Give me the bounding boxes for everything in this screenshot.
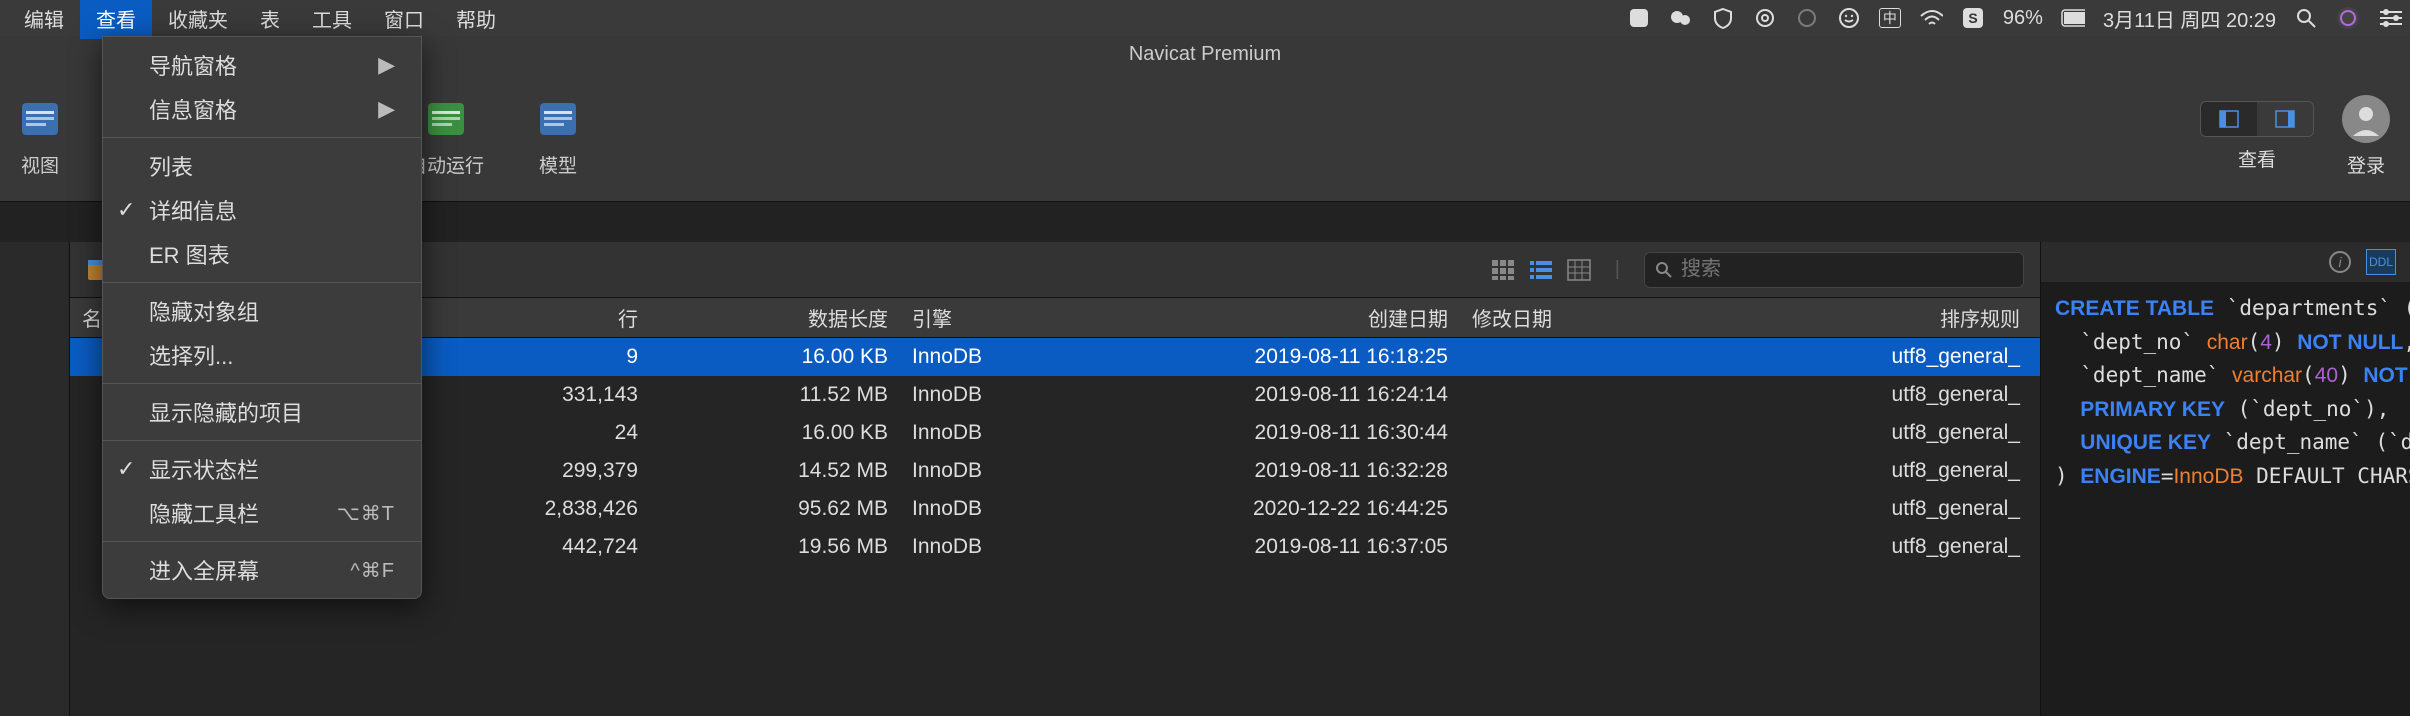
autorun-icon (422, 95, 470, 143)
dropdown-item[interactable]: 信息窗格▶ (103, 87, 421, 131)
circle-icon[interactable] (1753, 6, 1777, 30)
dropdown-item[interactable]: 选择列... (103, 333, 421, 377)
menubar-status-area: 中 S 96% 3月11日 周四 20:29 (1627, 4, 2402, 33)
grid-view-icon[interactable] (1491, 259, 1515, 281)
table-cell: 2019-08-11 16:24:14 (1150, 383, 1460, 407)
dropdown-item[interactable]: 进入全屏幕^⌘F (103, 548, 421, 592)
system-menubar: 编辑查看收藏夹表工具窗口帮助 中 S 96% 3月11日 周四 20:29 (0, 0, 2410, 36)
list-view-icon[interactable] (1529, 259, 1553, 281)
view-label: 查看 (2238, 145, 2276, 172)
view-menu-dropdown: 导航窗格▶信息窗格▶ 列表✓详细信息ER 图表隐藏对象组选择列... 显示隐藏的项目… (102, 36, 422, 599)
detail-view-icon[interactable] (1567, 259, 1591, 281)
menu-item-3[interactable]: 表 (244, 0, 296, 39)
table-cell: utf8_general_ (1770, 345, 2040, 369)
table-cell: 2019-08-11 16:18:25 (1150, 345, 1460, 369)
battery-percent: 96% (2003, 7, 2043, 30)
app-icon-s[interactable]: S (1961, 6, 1985, 30)
left-sidebar (0, 242, 70, 716)
ddl-tab[interactable]: DDL (2366, 249, 2396, 275)
toolbar-label: 模型 (539, 151, 577, 178)
table-cell: 14.52 MB (650, 459, 900, 483)
login-label: 登录 (2347, 151, 2385, 178)
wifi-icon[interactable] (1919, 6, 1943, 30)
th-collation[interactable]: 排序规则 (1770, 303, 2040, 332)
table-cell: 2020-12-22 16:44:25 (1150, 497, 1460, 521)
dropdown-item[interactable]: ✓详细信息 (103, 188, 421, 232)
dropdown-item[interactable]: 显示隐藏的项目 (103, 390, 421, 434)
table-cell: InnoDB (900, 421, 1150, 445)
dropdown-item[interactable]: ✓显示状态栏 (103, 447, 421, 491)
table-cell: 2019-08-11 16:37:05 (1150, 535, 1460, 559)
siri-icon[interactable] (2336, 6, 2360, 30)
menu-item-4[interactable]: 工具 (296, 0, 368, 39)
search-icon (1655, 261, 1673, 279)
model-icon (534, 95, 582, 143)
table-cell: 2019-08-11 16:32:28 (1150, 459, 1460, 483)
input-method-icon[interactable]: 中 (1879, 8, 1901, 28)
table-cell: utf8_general_ (1770, 421, 2040, 445)
menu-item-2[interactable]: 收藏夹 (152, 0, 244, 39)
svg-text:S: S (1968, 10, 1977, 26)
table-cell: 16.00 KB (650, 345, 900, 369)
menu-item-0[interactable]: 编辑 (8, 0, 80, 39)
dropdown-item[interactable]: 列表 (103, 144, 421, 188)
spotlight-icon[interactable] (2294, 6, 2318, 30)
th-modified[interactable]: 修改日期 (1460, 303, 1770, 332)
datetime-text: 3月11日 周四 20:29 (2103, 4, 2276, 33)
view-mode-right[interactable] (2257, 102, 2313, 136)
table-cell: utf8_general_ (1770, 383, 2040, 407)
th-length[interactable]: 数据长度 (650, 303, 900, 332)
dropdown-item[interactable]: 隐藏对象组 (103, 289, 421, 333)
app-icon-1[interactable] (1627, 6, 1651, 30)
battery-icon (2061, 6, 2085, 30)
toolbar-model-button[interactable]: 模型 (534, 95, 582, 178)
view-mode-segmented[interactable] (2200, 101, 2314, 137)
toolbar-view-button[interactable]: 视图 (16, 95, 64, 178)
table-cell: InnoDB (900, 459, 1150, 483)
menu-item-6[interactable]: 帮助 (440, 0, 512, 39)
sync-icon[interactable] (1795, 6, 1819, 30)
view-icon (16, 95, 64, 143)
table-cell: 2019-08-11 16:30:44 (1150, 421, 1460, 445)
table-cell: 95.62 MB (650, 497, 900, 521)
menu-item-5[interactable]: 窗口 (368, 0, 440, 39)
table-cell: 19.56 MB (650, 535, 900, 559)
wechat-icon[interactable] (1669, 6, 1693, 30)
table-cell: utf8_general_ (1770, 535, 2040, 559)
dropdown-item[interactable]: 导航窗格▶ (103, 43, 421, 87)
view-mode-left[interactable] (2201, 102, 2257, 136)
dropdown-item[interactable]: 隐藏工具栏⌥⌘T (103, 491, 421, 535)
table-cell: utf8_general_ (1770, 497, 2040, 521)
dropdown-item[interactable]: ER 图表 (103, 232, 421, 276)
user-avatar[interactable] (2342, 95, 2390, 143)
inspector-panel: i DDL CREATE TABLE `departments` ( `dept… (2040, 242, 2410, 716)
search-input[interactable] (1681, 258, 2013, 281)
control-center-icon[interactable] (2378, 6, 2402, 30)
th-engine[interactable]: 引擎 (900, 303, 1150, 332)
search-box[interactable] (1644, 252, 2024, 288)
table-cell: 11.52 MB (650, 383, 900, 407)
app-title: Navicat Premium (1129, 43, 1281, 66)
table-cell: InnoDB (900, 345, 1150, 369)
table-cell: InnoDB (900, 383, 1150, 407)
menubar-left: 编辑查看收藏夹表工具窗口帮助 (8, 0, 512, 39)
info-icon[interactable]: i (2328, 250, 2352, 274)
menu-item-1[interactable]: 查看 (80, 0, 152, 39)
svg-text:i: i (2338, 254, 2342, 270)
table-cell: utf8_general_ (1770, 459, 2040, 483)
table-cell: InnoDB (900, 535, 1150, 559)
shield-icon[interactable] (1711, 6, 1735, 30)
toolbar-label: 视图 (21, 151, 59, 178)
smile-icon[interactable] (1837, 6, 1861, 30)
table-cell: 16.00 KB (650, 421, 900, 445)
table-cell: InnoDB (900, 497, 1150, 521)
ddl-code: CREATE TABLE `departments` ( `dept_no` c… (2041, 282, 2410, 503)
th-created[interactable]: 创建日期 (1150, 303, 1460, 332)
